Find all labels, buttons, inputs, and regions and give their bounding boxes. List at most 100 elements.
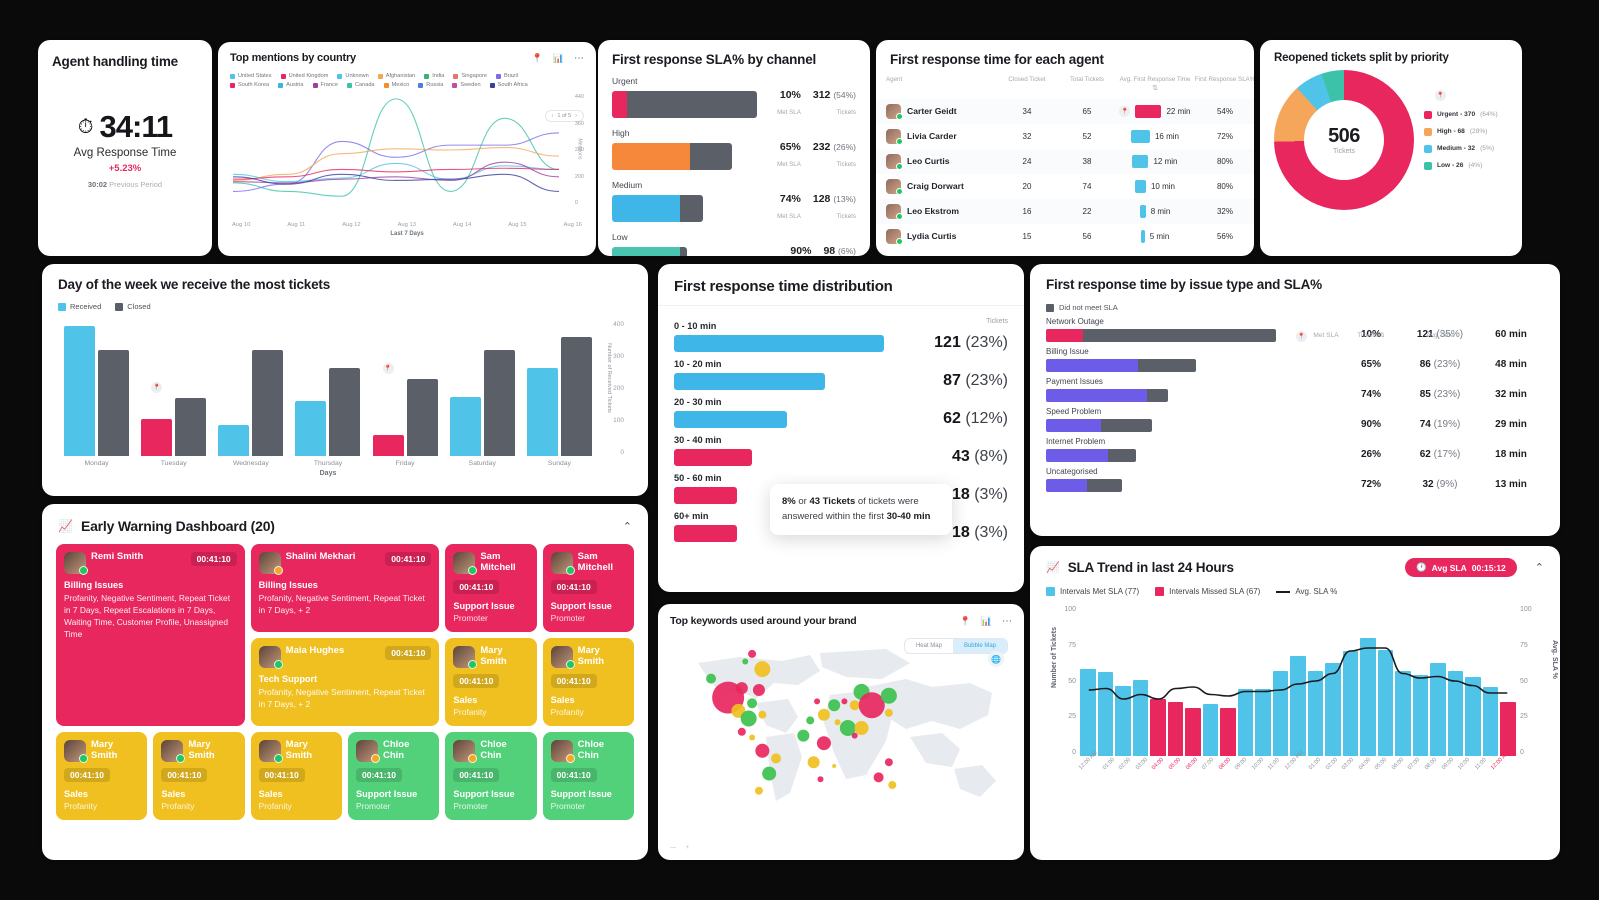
bar-chart-icon[interactable]: 📊: [981, 616, 992, 627]
legend-item[interactable]: United Kingdom: [280, 73, 328, 79]
legend-item[interactable]: Low - 26 (4%): [1424, 161, 1498, 170]
zoom-in-icon[interactable]: +: [686, 845, 690, 851]
legend-item[interactable]: Brazil: [495, 73, 518, 79]
bar-group[interactable]: [526, 337, 592, 456]
trend-bar[interactable]: [1395, 670, 1411, 756]
sla-channel-row[interactable]: High 65% Met SLA 232 (26%) Tickets: [612, 128, 856, 171]
early-warning-tile[interactable]: Maia Hughes 00:41:10 Tech Support Profan…: [250, 638, 440, 726]
early-warning-tile[interactable]: Chloe Chin 00:41:10 Support Issue Promot…: [348, 732, 440, 820]
trend-bar[interactable]: [1167, 702, 1184, 756]
trend-bar[interactable]: [1290, 655, 1306, 756]
globe-icon[interactable]: 🌐: [988, 651, 1004, 667]
bar-group[interactable]: [64, 325, 130, 456]
legend-item[interactable]: South Korea: [230, 82, 269, 88]
table-row[interactable]: Carter Geidt 34 65 📍 22 min 54%: [876, 98, 1254, 124]
legend-item[interactable]: Russia: [418, 82, 443, 88]
early-warning-tile[interactable]: Mary Smith 00:41:10 Sales Profanity: [445, 638, 537, 726]
legend-item[interactable]: South Africa: [489, 82, 528, 88]
pin-icon[interactable]: 📍: [532, 53, 543, 64]
issue-type-row[interactable]: Payment Issues 74% 85 (23%) 32 min: [1046, 377, 1544, 402]
table-row[interactable]: Lydia Curtis 15 56 5 min 56%: [876, 224, 1254, 249]
pin-icon[interactable]: 📍: [151, 382, 163, 394]
legend-item[interactable]: Medium - 32 (5%): [1424, 144, 1498, 153]
distribution-row[interactable]: 0 - 10 min 121 (23%): [674, 321, 1008, 352]
trend-bar[interactable]: [1447, 670, 1464, 756]
trend-bar[interactable]: [1465, 676, 1481, 756]
column-header[interactable]: Avg. First Response Time ⇅: [1116, 76, 1194, 94]
early-warning-tile[interactable]: Sam Mitchell 00:41:10 Support Issue Prom…: [445, 544, 537, 632]
trend-bar[interactable]: [1272, 670, 1289, 756]
issue-type-row[interactable]: Speed Problem 90% 74 (19%) 29 min: [1046, 407, 1544, 432]
trend-bar[interactable]: [1202, 703, 1219, 756]
early-warning-tile[interactable]: Mary Smith 00:41:10 Sales Profanity: [56, 732, 148, 820]
bar-group[interactable]: 📍: [141, 382, 207, 456]
pin-icon[interactable]: 📍: [1435, 90, 1446, 101]
more-options-icon[interactable]: ⋯: [1002, 616, 1012, 627]
trend-bar[interactable]: [1342, 651, 1359, 756]
legend-item[interactable]: France: [312, 82, 338, 88]
trend-bar[interactable]: [1150, 699, 1166, 756]
trend-bar[interactable]: [1097, 672, 1114, 756]
legend-item[interactable]: Afghanistan: [377, 73, 415, 79]
issue-type-row[interactable]: Uncategorised 72% 32 (9%) 13 min: [1046, 467, 1544, 492]
trend-bar[interactable]: [1080, 669, 1096, 756]
bar-chart-icon[interactable]: 📊: [553, 53, 564, 64]
trend-bar[interactable]: [1115, 685, 1131, 756]
column-header[interactable]: Tickets ⇅: [1340, 332, 1402, 339]
early-warning-tile[interactable]: Sam Mitchell 00:41:10 Support Issue Prom…: [542, 544, 634, 632]
early-warning-tile[interactable]: Chloe Chin 00:41:10 Support Issue Promot…: [445, 732, 537, 820]
table-row[interactable]: Livia Carder 32 52 16 min 72%: [876, 124, 1254, 149]
more-options-icon[interactable]: ⋯: [574, 53, 584, 64]
trend-bar[interactable]: [1237, 688, 1254, 756]
world-bubble-map[interactable]: 🌐: [670, 633, 1012, 829]
map-zoom-controls[interactable]: — +: [670, 845, 689, 851]
legend-item[interactable]: Unknown: [337, 73, 369, 79]
legend-item[interactable]: Intervals Missed SLA (67): [1155, 587, 1260, 596]
early-warning-tile[interactable]: Chloe Chin 00:41:10 Support Issue Promot…: [542, 732, 634, 820]
table-row[interactable]: Craig Dorwart 20 74 10 min 80%: [876, 174, 1254, 199]
trend-bar[interactable]: [1220, 708, 1236, 756]
bar-group[interactable]: [218, 349, 284, 456]
trend-bar[interactable]: [1412, 675, 1429, 756]
table-row[interactable]: Leo Ekstrom 16 22 8 min 32%: [876, 198, 1254, 224]
chevron-up-icon[interactable]: ⌃: [1535, 561, 1544, 574]
legend-item[interactable]: Received: [58, 302, 101, 311]
pin-icon[interactable]: 📍: [1296, 331, 1307, 342]
zoom-out-icon[interactable]: —: [670, 845, 676, 851]
trend-bar[interactable]: [1255, 688, 1271, 756]
trend-bar[interactable]: [1360, 637, 1376, 756]
sla-channel-row[interactable]: Low 90%Met SLA 98 (6%)Tickets: [612, 232, 856, 256]
legend-item[interactable]: Austria: [278, 82, 304, 88]
legend-item[interactable]: United States: [230, 73, 272, 79]
bar-group[interactable]: [295, 367, 361, 456]
legend-item[interactable]: Sweden: [452, 82, 481, 88]
issue-type-row[interactable]: Internet Problem 26% 62 (17%) 18 min: [1046, 437, 1544, 462]
sla-channel-row[interactable]: Medium 74% Met SLA 128 (13%) Tickets: [612, 180, 856, 223]
legend-item[interactable]: Mexico: [383, 82, 409, 88]
bar-group[interactable]: [449, 349, 515, 456]
trend-bar[interactable]: [1430, 663, 1446, 756]
early-warning-tile[interactable]: Mary Smith 00:41:10 Sales Profanity: [153, 732, 245, 820]
trend-bar[interactable]: [1307, 670, 1324, 756]
legend-item[interactable]: Avg. SLA %: [1276, 587, 1337, 596]
pin-icon[interactable]: 📍: [960, 616, 971, 627]
distribution-row[interactable]: 10 - 20 min 87 (23%): [674, 359, 1008, 390]
distribution-row[interactable]: 30 - 40 min 43 (8%): [674, 435, 1008, 466]
legend-item[interactable]: India: [424, 73, 444, 79]
distribution-row[interactable]: 20 - 30 min 62 (12%): [674, 397, 1008, 428]
sla-channel-row[interactable]: Urgent 10% Met SLA 312 (54%) Tickets: [612, 76, 856, 119]
trend-bar[interactable]: [1185, 708, 1201, 756]
pin-icon[interactable]: 📍: [382, 362, 394, 374]
issue-type-row[interactable]: Billing Issue 65% 86 (23%) 48 min: [1046, 347, 1544, 372]
trend-bar[interactable]: [1325, 663, 1341, 756]
trend-bar[interactable]: [1482, 687, 1499, 756]
legend-item[interactable]: Closed: [115, 302, 151, 311]
trend-bar[interactable]: [1500, 702, 1516, 756]
trend-bar[interactable]: [1377, 649, 1394, 756]
pin-icon[interactable]: 📍: [1119, 105, 1131, 117]
trend-bar[interactable]: [1132, 679, 1149, 756]
early-warning-tile[interactable]: Mary Smith 00:41:10 Sales Profanity: [250, 732, 342, 820]
table-row[interactable]: Leo Curtis 24 38 12 min 80%: [876, 148, 1254, 174]
early-warning-tile[interactable]: Mary Smith 00:41:10 Sales Profanity: [542, 638, 634, 726]
legend-item[interactable]: Urgent - 370 (64%): [1424, 110, 1498, 119]
